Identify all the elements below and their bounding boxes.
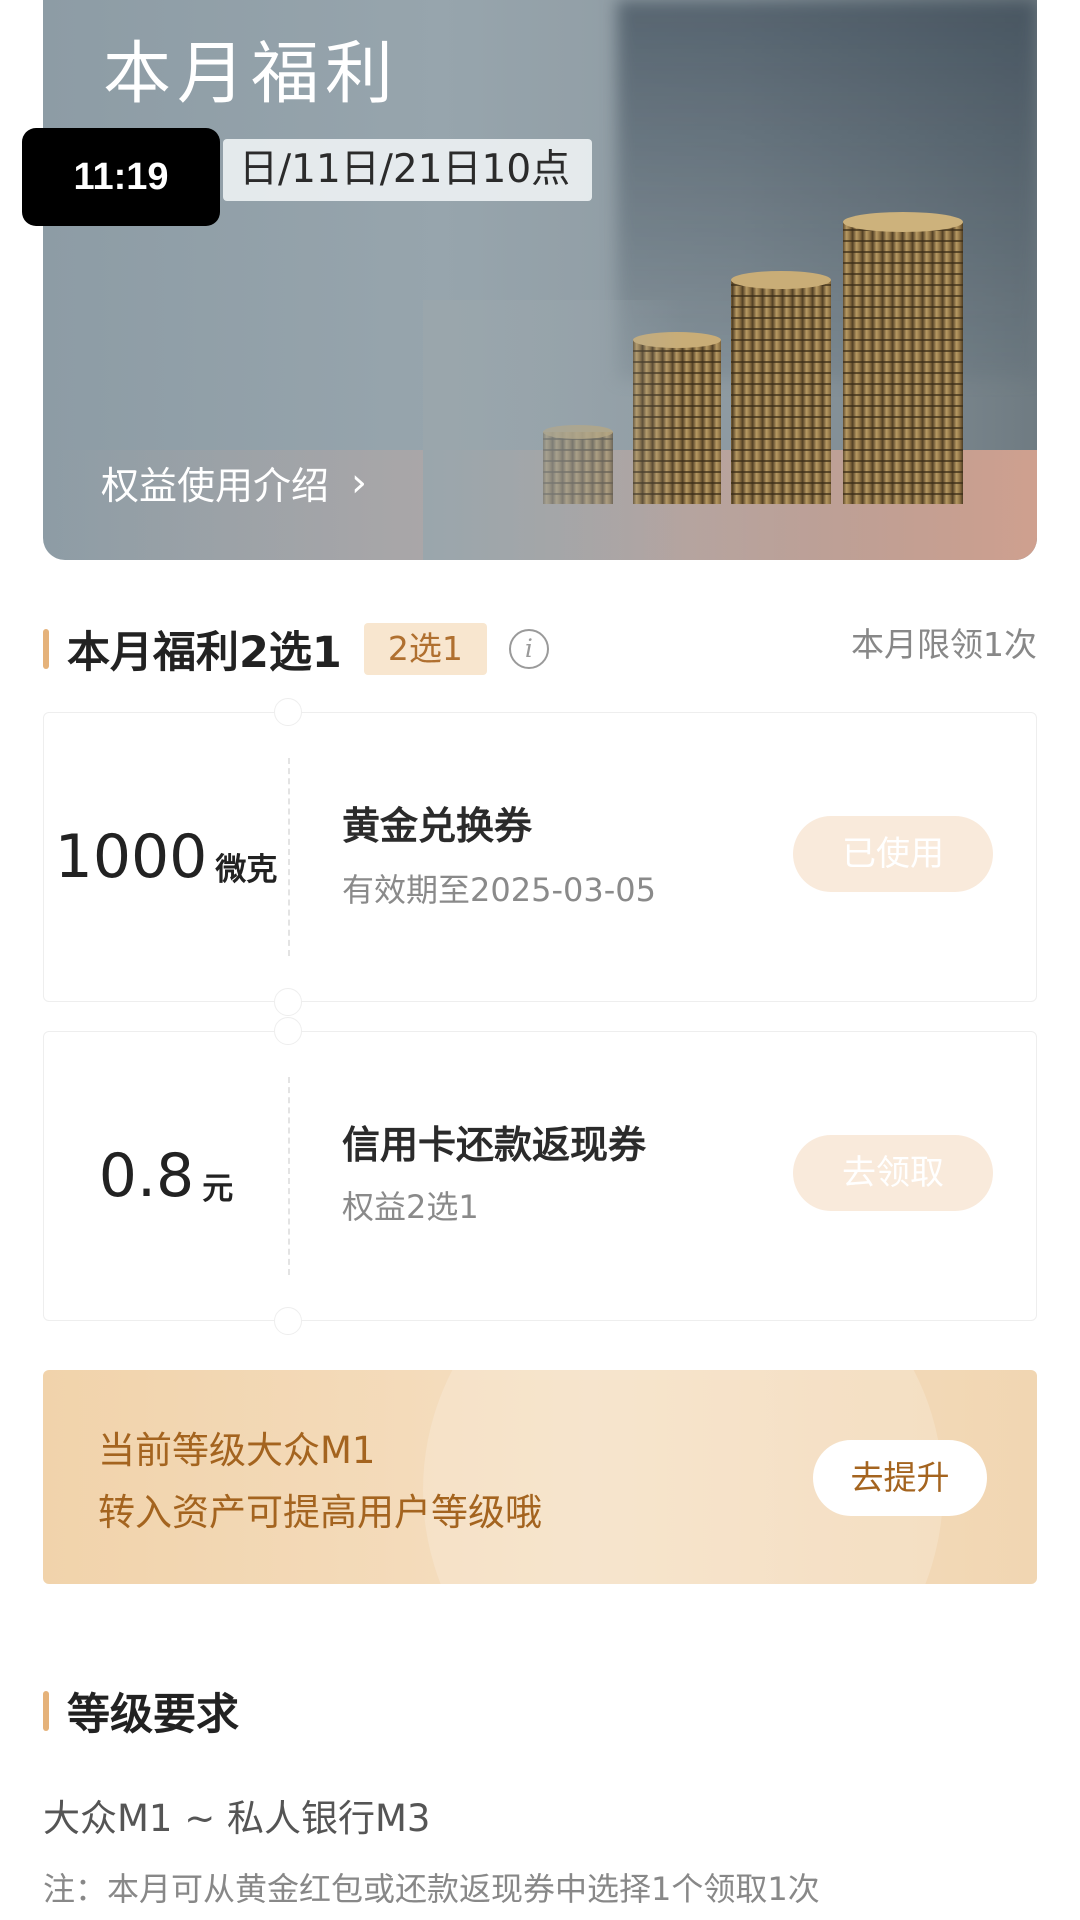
level-upgrade-hint: 转入资产可提高用户等级哦: [98, 1491, 542, 1534]
benefits-section-header: 本月福利2选1 2选1 i: [43, 618, 549, 680]
current-level-text: 当前等级大众M1: [98, 1429, 376, 1472]
requirements-note: 注：本月可从黄金红包或还款返现券中选择1个领取1次: [43, 1870, 820, 1908]
coupon-subtitle: 有效期至2025-03-05: [342, 871, 656, 909]
level-upgrade-banner: 当前等级大众M1 转入资产可提高用户等级哦 去提升: [43, 1370, 1037, 1584]
requirements-title: 等级要求: [67, 1690, 239, 1740]
coupon-amount-unit: 微克: [215, 851, 278, 888]
upgrade-button[interactable]: 去提升: [813, 1440, 987, 1516]
coupon-card-gold: 1000 微克 黄金兑换券 有效期至2025-03-05 已使用: [43, 698, 1037, 1016]
coupon-card-cashback: 0.8 元 信用卡还款返现券 权益2选1 去领取: [43, 1017, 1037, 1335]
coupon-divider: [288, 1077, 290, 1275]
used-button[interactable]: 已使用: [793, 816, 993, 892]
coupon-amount-value: 1000: [54, 822, 208, 892]
chevron-right-icon: ›: [351, 459, 368, 506]
info-icon[interactable]: i: [508, 629, 549, 669]
benefits-intro-link[interactable]: 权益使用介绍 ›: [101, 455, 367, 510]
level-range-text: 大众M1 ~ 私人银行M3: [43, 1797, 431, 1840]
requirements-section-header: 等级要求: [43, 1680, 239, 1742]
coupon-divider: [288, 758, 290, 956]
benefits-title: 本月福利2选1: [67, 628, 342, 678]
claim-button[interactable]: 去领取: [793, 1135, 993, 1211]
coupon-name: 信用卡还款返现券: [342, 1123, 647, 1167]
claim-limit-note: 本月限领1次: [851, 625, 1037, 664]
section-accent-bar: [43, 1691, 49, 1731]
coupon-name: 黄金兑换券: [342, 804, 533, 848]
coupon-subtitle: 权益2选1: [342, 1188, 479, 1226]
section-accent-bar: [43, 629, 49, 669]
choice-tag: 2选1: [363, 623, 487, 675]
benefits-intro-label: 权益使用介绍: [101, 464, 330, 508]
status-time: 11:19: [22, 128, 220, 226]
hero-banner: 本月福利 日/11日/21日10点 权益使用介绍 ›: [43, 0, 1037, 560]
coupon-amount-unit: 元: [202, 1170, 234, 1207]
coupon-amount: 1000 微克: [44, 713, 288, 1001]
coupon-amount-value: 0.8: [98, 1141, 195, 1211]
hero-title: 本月福利: [103, 35, 400, 114]
coupon-amount: 0.8 元: [44, 1032, 288, 1320]
claim-schedule-label: 日/11日/21日10点: [223, 139, 593, 201]
